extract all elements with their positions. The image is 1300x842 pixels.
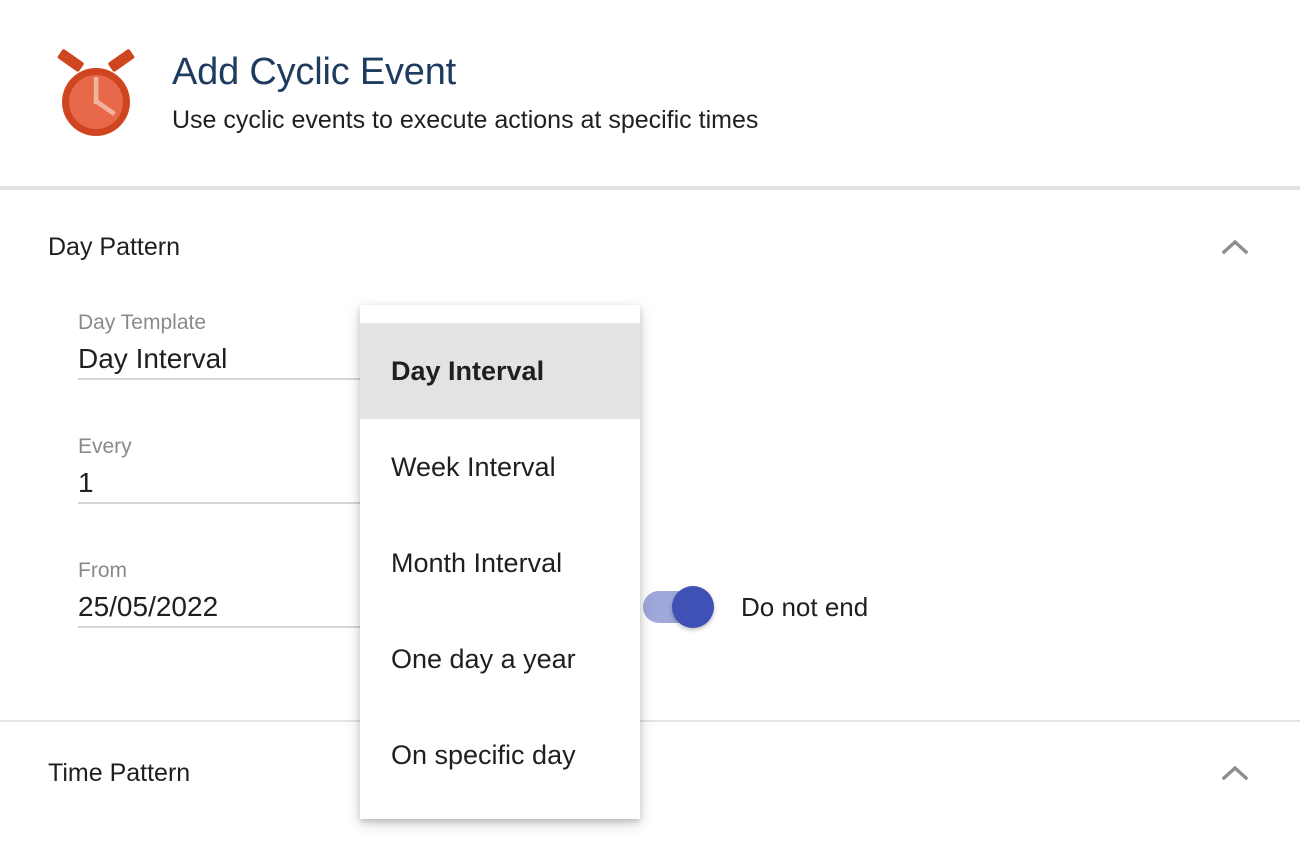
- chevron-up-icon[interactable]: [1218, 756, 1252, 790]
- section-title-day-pattern: Day Pattern: [48, 233, 181, 261]
- dropdown-option-month-interval[interactable]: Month Interval: [360, 515, 640, 611]
- dropdown-option-on-specific-day[interactable]: On specific day: [360, 707, 640, 803]
- header-text-block: Add Cyclic Event Use cyclic events to ex…: [172, 47, 758, 137]
- page-subtitle: Use cyclic events to execute actions at …: [172, 106, 759, 134]
- toggle-thumb[interactable]: [672, 586, 714, 628]
- dropdown-option-label: Week Interval: [391, 452, 556, 482]
- section-title-time-pattern: Time Pattern: [48, 759, 191, 787]
- do-not-end-toggle-row[interactable]: Do not end: [643, 586, 868, 628]
- header-content: Add Cyclic Event Use cyclic events to ex…: [48, 47, 758, 143]
- do-not-end-toggle[interactable]: [643, 586, 715, 628]
- dropdown-option-label: On specific day: [391, 740, 576, 770]
- header-divider: [0, 186, 1300, 190]
- section-header-day-pattern[interactable]: Day Pattern: [0, 218, 1300, 276]
- section-divider: [0, 720, 1300, 722]
- do-not-end-label: Do not end: [741, 592, 869, 622]
- dropdown-option-label: Month Interval: [391, 548, 563, 578]
- chevron-up-icon[interactable]: [1218, 230, 1252, 264]
- page-title: Add Cyclic Event: [172, 51, 457, 93]
- dropdown-option-label: Day Interval: [391, 356, 545, 386]
- dropdown-option-day-interval[interactable]: Day Interval: [360, 323, 640, 419]
- section-header-time-pattern[interactable]: Time Pattern: [0, 744, 1300, 802]
- day-template-dropdown-menu[interactable]: Day Interval Week Interval Month Interva…: [360, 305, 640, 819]
- dropdown-option-week-interval[interactable]: Week Interval: [360, 419, 640, 515]
- dropdown-option-label: One day a year: [391, 644, 576, 674]
- dropdown-option-one-day-a-year[interactable]: One day a year: [360, 611, 640, 707]
- alarm-clock-icon: [48, 47, 144, 143]
- page-header: Add Cyclic Event Use cyclic events to ex…: [0, 0, 1300, 190]
